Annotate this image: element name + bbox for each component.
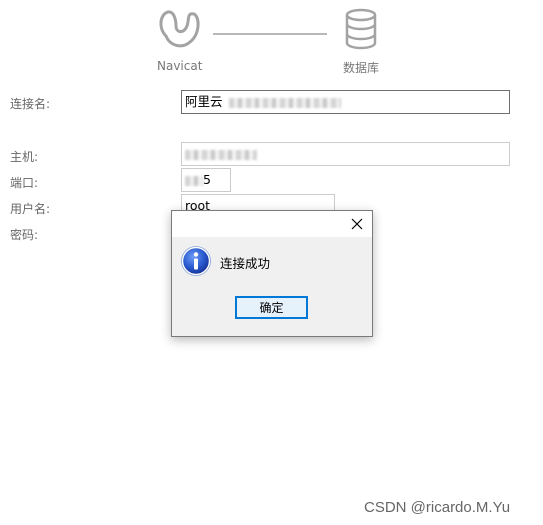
dialog-titlebar	[172, 211, 372, 237]
redacted-text	[228, 97, 341, 108]
navicat-logo-icon	[159, 10, 200, 48]
port-label: 端口:	[10, 176, 39, 190]
password-label: 密码:	[10, 228, 39, 242]
connection-success-dialog: 连接成功 确定	[171, 210, 373, 337]
connection-name-input[interactable]: 阿里云	[181, 90, 510, 114]
connection-name-value: 阿里云	[185, 94, 223, 109]
host-input[interactable]	[181, 142, 510, 166]
watermark: CSDN @ricardo.M.Yu	[364, 499, 511, 516]
connection-name-label: 连接名:	[10, 97, 51, 111]
info-icon	[181, 246, 211, 276]
redacted-text	[185, 175, 203, 186]
port-value: 5	[203, 172, 211, 187]
close-icon[interactable]	[348, 215, 366, 233]
ok-button[interactable]: 确定	[235, 296, 308, 319]
connection-progress-line	[213, 33, 327, 35]
port-input[interactable]: 5	[181, 168, 231, 192]
redacted-text	[185, 149, 257, 160]
dialog-message: 连接成功	[220, 256, 271, 271]
username-label: 用户名:	[10, 202, 51, 216]
database-label: 数据库	[343, 61, 380, 75]
database-icon	[345, 8, 377, 50]
host-label: 主机:	[10, 150, 39, 164]
navicat-label: Navicat	[157, 59, 203, 73]
